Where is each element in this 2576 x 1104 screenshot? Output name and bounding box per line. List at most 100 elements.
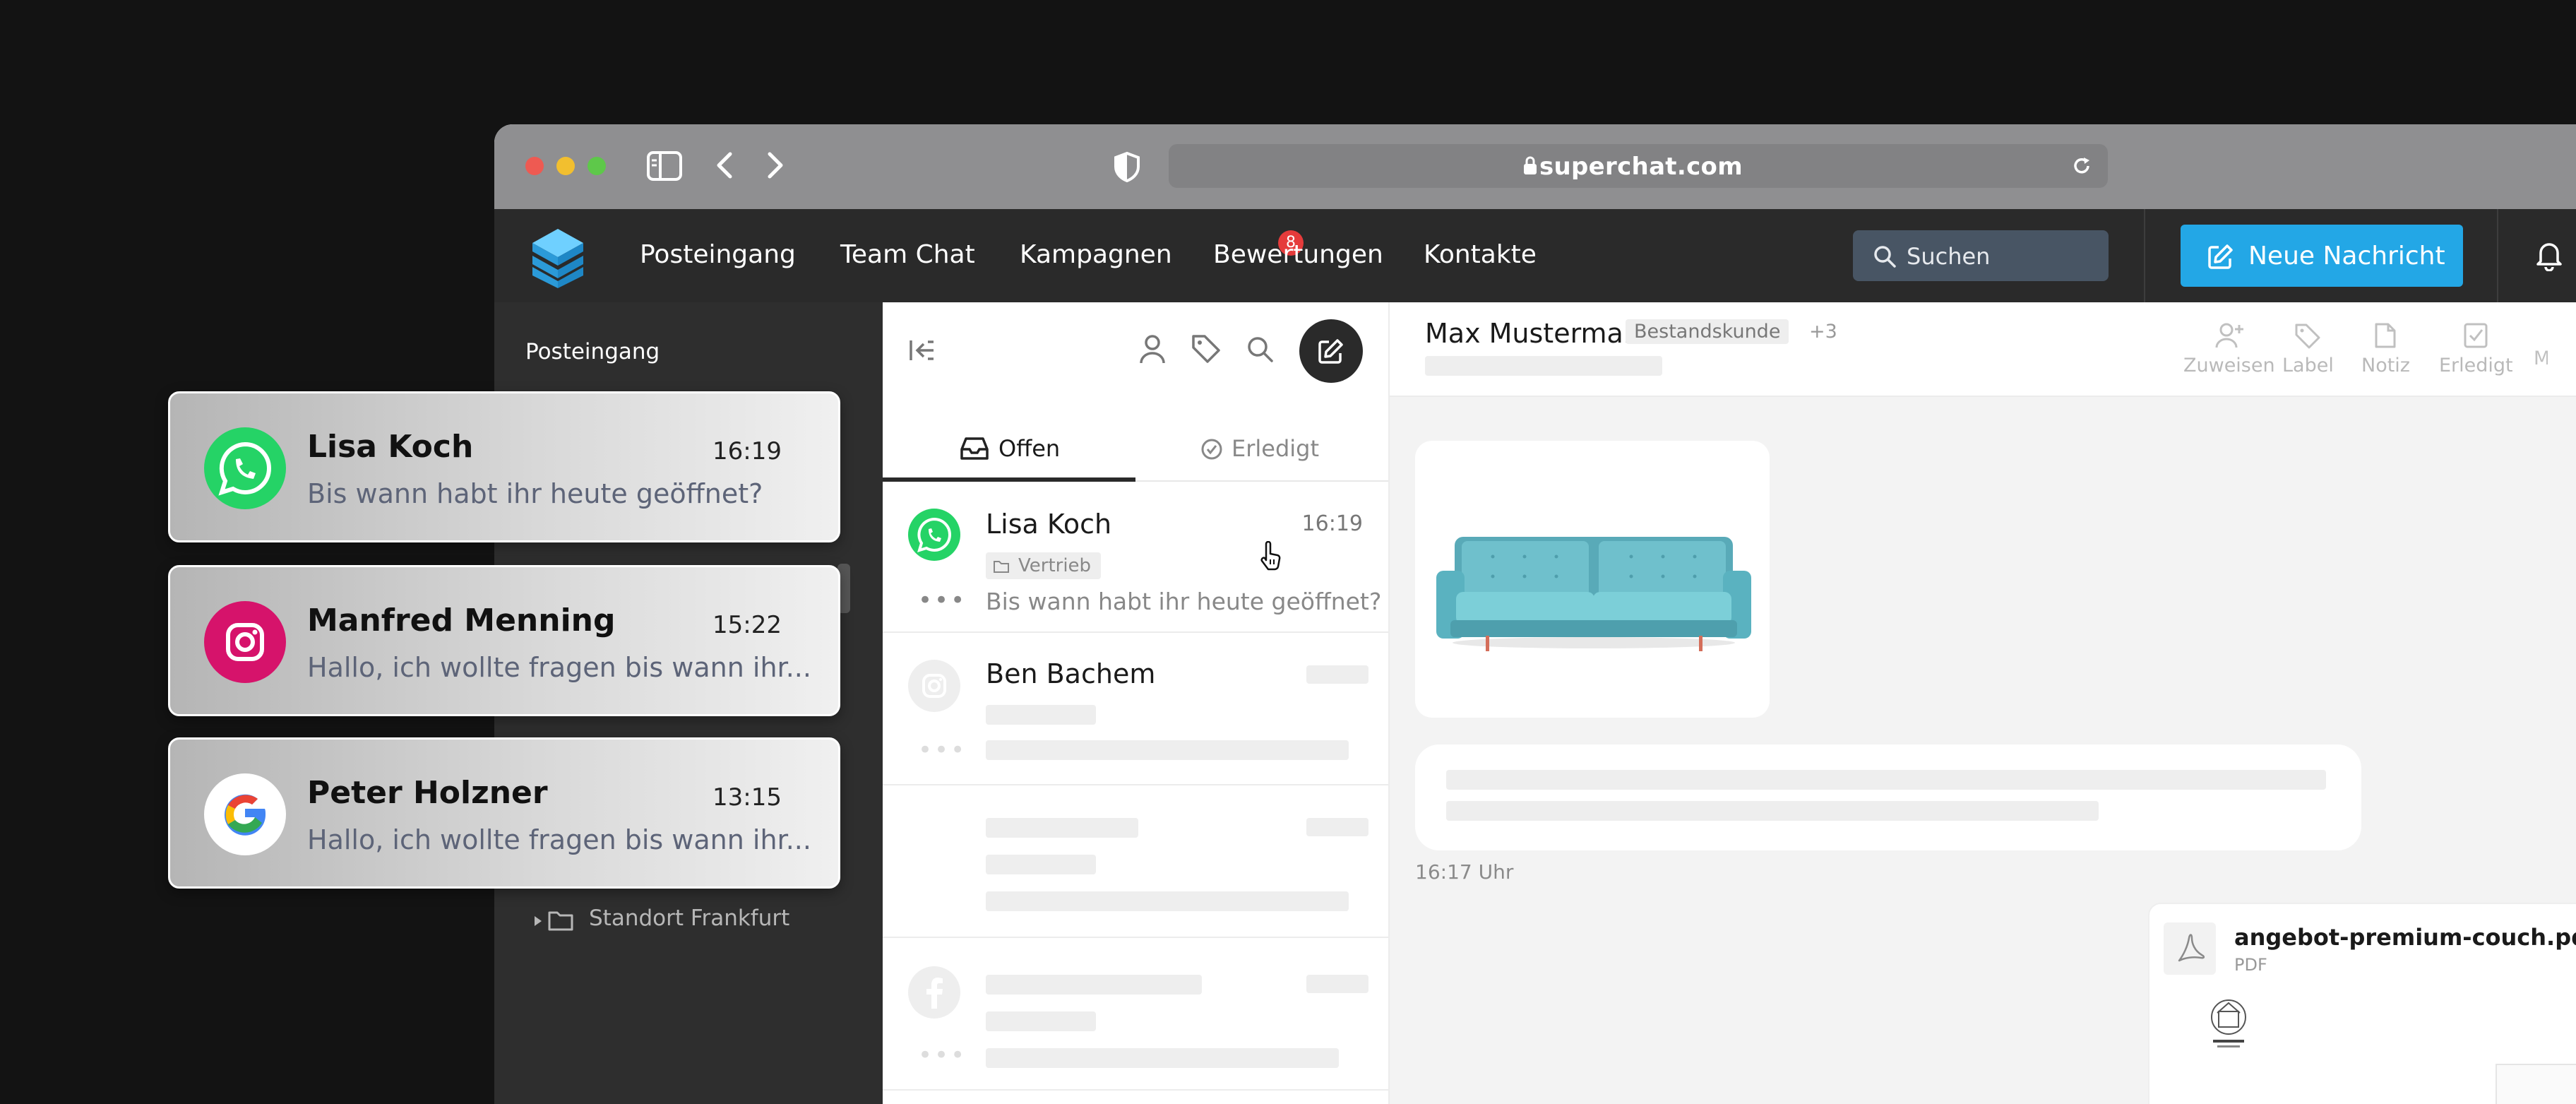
conversation-row[interactable]: ••• bbox=[883, 937, 1388, 1091]
new-message-button[interactable]: Neue Nachricht bbox=[2181, 225, 2463, 287]
more-actions-label[interactable]: M bbox=[2534, 348, 2548, 376]
browser-toolbar: superchat.com bbox=[494, 124, 2576, 209]
caret-right-icon[interactable] bbox=[534, 915, 542, 927]
contact-tag: Bestandskunde bbox=[1626, 319, 1789, 344]
sidebar-title: Posteingang bbox=[525, 339, 660, 364]
notification-card[interactable]: Lisa Koch 16:19 Bis wann habt ihr heute … bbox=[168, 391, 840, 542]
pdf-attachment[interactable]: angebot-premium-couch.pdf PDF bbox=[2148, 903, 2576, 1104]
chat-header: Max Mustermann Bestandskunde +3 Zuweisen… bbox=[1390, 302, 2576, 397]
compose-button[interactable] bbox=[1299, 319, 1363, 383]
folder-icon bbox=[548, 910, 573, 931]
nav-team-chat[interactable]: Team Chat bbox=[840, 240, 975, 269]
whatsapp-icon bbox=[204, 427, 286, 509]
assign-button[interactable]: Zuweisen bbox=[2183, 322, 2275, 376]
message-preview: Bis wann habt ihr heute geöffnet? bbox=[986, 588, 1382, 615]
notification-sender: Lisa Koch bbox=[307, 429, 474, 465]
contact-name: Ben Bachem bbox=[986, 658, 1156, 689]
shield-icon[interactable] bbox=[1113, 151, 1141, 182]
collapse-panel-icon[interactable] bbox=[908, 338, 936, 363]
notification-card[interactable]: Peter Holzner 13:15 Hallo, ich wollte fr… bbox=[168, 737, 840, 889]
more-options-icon[interactable]: ••• bbox=[918, 586, 967, 615]
tag-label: Vertrieb bbox=[1018, 555, 1092, 576]
notification-message: Hallo, ich wollte fragen bis wann ihr... bbox=[307, 652, 811, 683]
more-options-icon[interactable]: ••• bbox=[918, 736, 967, 764]
nav-reviews[interactable]: Bewertungen bbox=[1213, 240, 1383, 269]
message-timestamp: 16:17 Uhr bbox=[1415, 860, 1514, 884]
loading-placeholder bbox=[986, 975, 1202, 995]
whatsapp-icon bbox=[908, 509, 960, 561]
top-navigation: Posteingang 8 Team Chat Kampagnen Bewert… bbox=[494, 209, 2576, 302]
back-arrow-icon[interactable] bbox=[715, 151, 734, 179]
message-bubble[interactable] bbox=[1415, 744, 2361, 850]
loading-placeholder bbox=[1446, 801, 2099, 821]
reload-icon[interactable] bbox=[2071, 155, 2092, 177]
done-button[interactable]: Erledigt bbox=[2439, 322, 2513, 376]
close-window-button[interactable] bbox=[525, 157, 544, 175]
note-label: Notiz bbox=[2361, 355, 2410, 376]
chat-panel: Max Mustermann Bestandskunde +3 Zuweisen… bbox=[1390, 302, 2576, 1104]
conversation-row[interactable]: ••• Ben Bachem bbox=[883, 631, 1388, 785]
add-user-icon bbox=[2215, 323, 2243, 348]
search-input[interactable]: Suchen bbox=[1853, 230, 2109, 281]
label-label: Label bbox=[2282, 355, 2334, 376]
forward-arrow-icon[interactable] bbox=[765, 151, 785, 179]
sidebar-folder-frankfurt[interactable]: Standort Frankfurt bbox=[589, 906, 789, 931]
loading-placeholder bbox=[986, 818, 1138, 838]
notification-message: Hallo, ich wollte fragen bis wann ihr... bbox=[307, 824, 811, 855]
conversation-row[interactable]: ••• Lisa Koch 16:19 Vertrieb Bis wann ha… bbox=[883, 482, 1388, 633]
tag-icon bbox=[2295, 324, 2320, 349]
facebook-icon bbox=[908, 966, 960, 1019]
sofa-image bbox=[1436, 537, 1751, 651]
more-options-icon[interactable]: ••• bbox=[918, 1041, 967, 1069]
image-message[interactable] bbox=[1415, 441, 1770, 718]
loading-placeholder bbox=[986, 1048, 1339, 1068]
search-placeholder: Suchen bbox=[1907, 243, 1991, 270]
label-button[interactable]: Label bbox=[2282, 322, 2334, 376]
check-circle-icon bbox=[1200, 438, 1223, 461]
attachment-filename: angebot-premium-couch.pdf bbox=[2234, 924, 2576, 951]
loading-placeholder bbox=[1306, 818, 1368, 836]
chat-contact-name[interactable]: Max Mustermann bbox=[1425, 318, 1657, 349]
nav-inbox[interactable]: Posteingang bbox=[640, 240, 796, 269]
tab-done[interactable]: Erledigt bbox=[1232, 435, 1319, 462]
conversation-row[interactable] bbox=[883, 784, 1388, 938]
notification-card[interactable]: Manfred Menning 15:22 Hallo, ich wollte … bbox=[168, 565, 840, 716]
loading-placeholder bbox=[1425, 356, 1662, 376]
superchat-logo[interactable] bbox=[530, 226, 586, 290]
loading-placeholder bbox=[986, 1011, 1096, 1031]
loading-placeholder bbox=[986, 855, 1096, 874]
search-icon[interactable] bbox=[1246, 335, 1274, 363]
tab-open[interactable]: Offen bbox=[998, 435, 1060, 462]
notification-time: 15:22 bbox=[712, 611, 782, 639]
divider bbox=[2144, 209, 2145, 302]
compose-icon bbox=[2207, 243, 2234, 270]
minimize-window-button[interactable] bbox=[556, 157, 575, 175]
user-icon[interactable] bbox=[1138, 333, 1167, 364]
compose-icon bbox=[1318, 338, 1344, 364]
conversation-tag: Vertrieb bbox=[986, 552, 1102, 579]
instagram-icon bbox=[204, 601, 286, 683]
attachment-type: PDF bbox=[2234, 955, 2267, 975]
inbox-tray-icon bbox=[960, 437, 989, 461]
nav-campaigns[interactable]: Kampagnen bbox=[1020, 240, 1172, 269]
loading-placeholder bbox=[1306, 975, 1368, 993]
tag-icon[interactable] bbox=[1191, 333, 1222, 364]
notification-sender: Manfred Menning bbox=[307, 603, 616, 639]
notification-time: 13:15 bbox=[712, 783, 782, 812]
divider bbox=[2497, 209, 2498, 302]
bell-icon[interactable] bbox=[2535, 239, 2563, 271]
pdf-icon bbox=[2164, 922, 2216, 975]
maximize-window-button[interactable] bbox=[588, 157, 606, 175]
document-logo-thumbnail bbox=[2207, 996, 2250, 1050]
assign-label: Zuweisen bbox=[2183, 355, 2275, 376]
nav-contacts[interactable]: Kontakte bbox=[1424, 240, 1537, 269]
google-icon bbox=[204, 773, 286, 855]
contact-tags-more[interactable]: +3 bbox=[1809, 321, 1837, 343]
contact-name: Lisa Koch bbox=[986, 509, 1112, 540]
hand-cursor-icon bbox=[1258, 541, 1282, 571]
loading-placeholder bbox=[1446, 770, 2326, 790]
address-bar[interactable]: superchat.com bbox=[1169, 144, 2108, 188]
loading-placeholder bbox=[986, 891, 1349, 911]
note-button[interactable]: Notiz bbox=[2361, 322, 2410, 376]
sidebar-toggle-icon[interactable] bbox=[647, 151, 682, 181]
